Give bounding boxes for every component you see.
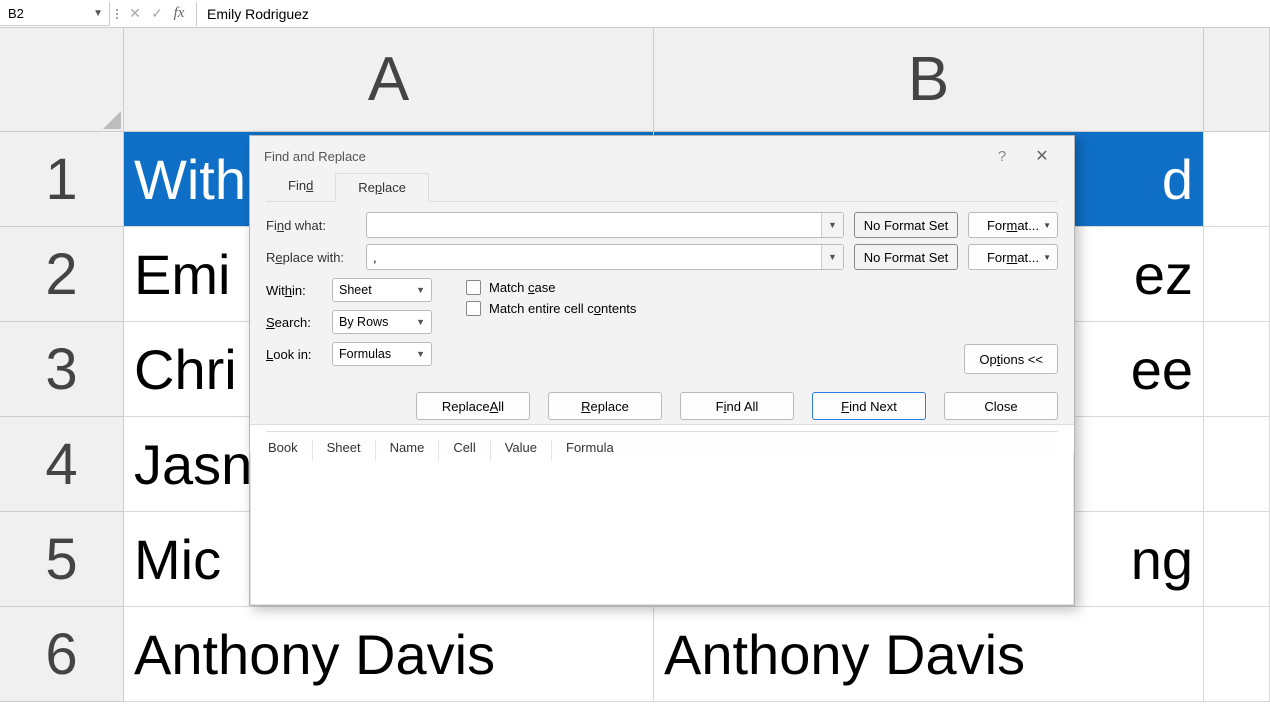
- name-box-value: B2: [8, 6, 24, 21]
- results-col-formula[interactable]: Formula: [564, 440, 628, 461]
- name-box[interactable]: B2 ▼: [0, 2, 110, 26]
- chevron-down-icon[interactable]: ▼: [821, 245, 843, 269]
- column-header-a[interactable]: A: [124, 28, 654, 132]
- replace-button[interactable]: Replace: [548, 392, 662, 420]
- search-select[interactable]: By Rows▼: [332, 310, 432, 334]
- chevron-down-icon: ▼: [93, 8, 103, 19]
- results-list[interactable]: [250, 453, 1074, 605]
- replace-with-label: Replace with:: [266, 250, 366, 265]
- lookin-label: Look in:: [266, 347, 332, 362]
- row-header-2[interactable]: 2: [0, 227, 124, 322]
- chevron-down-icon: ▼: [416, 285, 425, 295]
- cell-b6[interactable]: Anthony Davis: [654, 607, 1204, 702]
- cell-c4[interactable]: [1204, 417, 1270, 512]
- cell-c2[interactable]: [1204, 227, 1270, 322]
- find-next-button[interactable]: Find Next: [812, 392, 926, 420]
- select-all-corner[interactable]: [0, 28, 124, 132]
- formula-input[interactable]: Emily Rodriguez: [196, 2, 1270, 26]
- cell-c5[interactable]: [1204, 512, 1270, 607]
- search-label: Search:: [266, 315, 332, 330]
- checkbox-icon: [466, 280, 481, 295]
- formula-bar: B2 ▼ ✕ ✓ fx Emily Rodriguez: [0, 0, 1270, 28]
- results-col-cell[interactable]: Cell: [451, 440, 490, 461]
- fx-icon[interactable]: fx: [168, 3, 190, 25]
- replace-all-button[interactable]: Replace All: [416, 392, 530, 420]
- tab-find[interactable]: Find: [266, 172, 335, 201]
- replace-with-input[interactable]: , ▼: [366, 244, 844, 270]
- results-col-sheet[interactable]: Sheet: [325, 440, 376, 461]
- chevron-down-icon: ▼: [416, 317, 425, 327]
- cell-c3[interactable]: [1204, 322, 1270, 417]
- row-header-3[interactable]: 3: [0, 322, 124, 417]
- tab-replace[interactable]: Replace: [335, 173, 429, 202]
- cancel-icon[interactable]: ✕: [124, 3, 146, 25]
- help-icon[interactable]: ?: [982, 148, 1022, 165]
- row-header-6[interactable]: 6: [0, 607, 124, 702]
- options-button[interactable]: Options <<: [964, 344, 1058, 374]
- separator-dots: [114, 9, 120, 19]
- checkbox-icon: [466, 301, 481, 316]
- replace-format-preview: No Format Set: [854, 244, 958, 270]
- column-header-extra[interactable]: [1204, 28, 1270, 132]
- cell-c6[interactable]: [1204, 607, 1270, 702]
- find-format-button[interactable]: Format...▼: [968, 212, 1058, 238]
- within-select[interactable]: Sheet▼: [332, 278, 432, 302]
- dialog-titlebar[interactable]: Find and Replace ? ✕: [250, 136, 1074, 176]
- dialog-tabs: Find Replace: [266, 172, 1058, 202]
- caret-down-icon: ▼: [1043, 253, 1051, 262]
- lookin-select[interactable]: Formulas▼: [332, 342, 432, 366]
- row-header-4[interactable]: 4: [0, 417, 124, 512]
- find-what-input[interactable]: ▼: [366, 212, 844, 238]
- find-what-label: Find what:: [266, 218, 366, 233]
- close-icon[interactable]: ✕: [1022, 146, 1062, 166]
- find-replace-dialog: Find and Replace ? ✕ Find Replace Find w…: [249, 135, 1075, 606]
- within-label: Within:: [266, 283, 332, 298]
- caret-down-icon: ▼: [1043, 221, 1051, 230]
- find-all-button[interactable]: Find All: [680, 392, 794, 420]
- column-header-b[interactable]: B: [654, 28, 1204, 132]
- row-header-1[interactable]: 1: [0, 132, 124, 227]
- cell-a6[interactable]: Anthony Davis: [124, 607, 654, 702]
- close-button[interactable]: Close: [944, 392, 1058, 420]
- results-col-value[interactable]: Value: [503, 440, 552, 461]
- match-case-checkbox[interactable]: Match case: [466, 280, 1058, 295]
- results-col-book[interactable]: Book: [266, 440, 313, 461]
- dialog-title: Find and Replace: [264, 149, 982, 164]
- confirm-icon[interactable]: ✓: [146, 3, 168, 25]
- cell-c1[interactable]: [1204, 132, 1270, 227]
- row-header-5[interactable]: 5: [0, 512, 124, 607]
- chevron-down-icon: ▼: [416, 349, 425, 359]
- find-format-preview: No Format Set: [854, 212, 958, 238]
- results-col-name[interactable]: Name: [388, 440, 440, 461]
- replace-format-button[interactable]: Format...▼: [968, 244, 1058, 270]
- match-entire-checkbox[interactable]: Match entire cell contents: [466, 301, 1058, 316]
- chevron-down-icon[interactable]: ▼: [821, 213, 843, 237]
